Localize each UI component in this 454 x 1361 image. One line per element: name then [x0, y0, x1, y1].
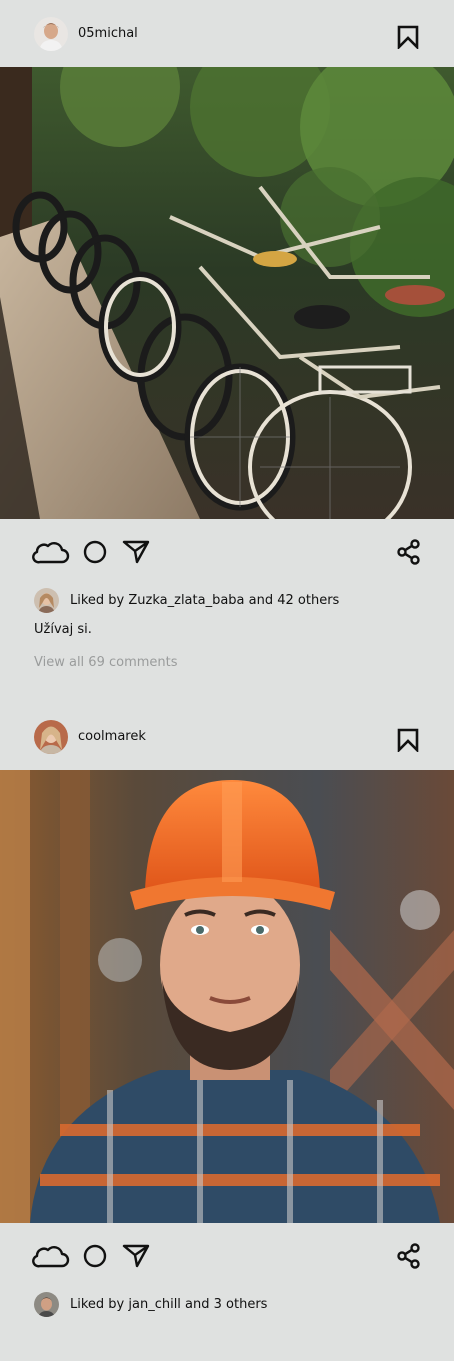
bookmark-button[interactable] [396, 25, 420, 49]
post-photo[interactable] [0, 67, 454, 519]
comment-button[interactable] [82, 534, 108, 570]
cloud-icon [32, 542, 70, 564]
like-button[interactable] [32, 534, 70, 570]
likes-row: Liked by jan_chill and 3 others [34, 1291, 267, 1317]
liker-avatar[interactable] [34, 1291, 59, 1317]
send-button[interactable] [121, 534, 151, 570]
bookmark-button[interactable] [396, 728, 420, 752]
post-card: coolmarek Liked by jan_chill and 3 other… [0, 703, 454, 1361]
likes-text[interactable]: Liked by Zuzka_zlata_baba and 42 others [70, 593, 339, 608]
liker-avatar[interactable] [34, 587, 59, 613]
circle-icon [83, 1244, 107, 1268]
share-button[interactable] [394, 534, 424, 570]
bookmark-icon [397, 728, 419, 752]
likes-text[interactable]: Liked by jan_chill and 3 others [70, 1297, 267, 1312]
bookmark-icon [397, 25, 419, 49]
view-comments-link[interactable]: View all 69 comments [34, 655, 178, 670]
username[interactable]: 05michal [78, 26, 138, 41]
send-icon [122, 540, 150, 564]
share-icon [397, 1243, 420, 1269]
likes-row: Liked by Zuzka_zlata_baba and 42 others [34, 587, 339, 613]
share-button[interactable] [394, 1238, 424, 1274]
cloud-icon [32, 1246, 70, 1268]
post-caption: Užívaj si. [34, 622, 92, 637]
comment-button[interactable] [82, 1238, 108, 1274]
post-photo[interactable] [0, 770, 454, 1223]
username[interactable]: coolmarek [78, 729, 146, 744]
post-card: 05michal Liked by Zuzka_zlata_baba and 4… [0, 0, 454, 703]
send-button[interactable] [121, 1238, 151, 1274]
user-avatar[interactable] [34, 16, 68, 51]
share-icon [397, 539, 420, 565]
post-actions [0, 1238, 454, 1274]
send-icon [122, 1244, 150, 1268]
post-header: coolmarek [0, 703, 454, 770]
like-button[interactable] [32, 1238, 70, 1274]
user-avatar[interactable] [34, 719, 68, 754]
circle-icon [83, 540, 107, 564]
post-header: 05michal [0, 0, 454, 67]
post-actions [0, 534, 454, 570]
